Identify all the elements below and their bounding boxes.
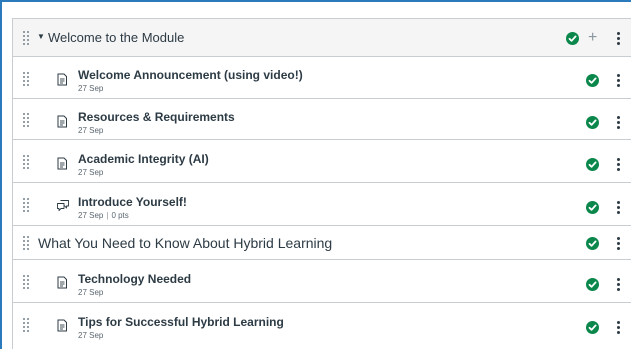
item-options-kebab-icon[interactable] xyxy=(617,278,620,291)
item-options-kebab-icon[interactable] xyxy=(617,116,620,129)
drag-handle-icon[interactable] xyxy=(23,198,31,212)
item-title-link[interactable]: Introduce Yourself! xyxy=(78,195,187,209)
published-check-icon[interactable] xyxy=(586,237,599,250)
module-item[interactable]: Tips for Successful Hybrid Learning 27 S… xyxy=(13,303,631,349)
item-date: 27 Sep xyxy=(78,168,104,177)
item-points: 0 pts xyxy=(111,211,129,220)
item-meta: 27 Sep | 0 pts xyxy=(78,211,129,220)
drag-handle-icon[interactable] xyxy=(23,318,31,332)
sub-header-title: What You Need to Know About Hybrid Learn… xyxy=(38,235,333,251)
add-item-plus-icon[interactable]: + xyxy=(588,30,597,46)
item-options-kebab-icon[interactable] xyxy=(617,74,620,87)
item-title-link[interactable]: Resources & Requirements xyxy=(78,110,235,124)
module-container: ▼ Welcome to the Module + Welcome Announ… xyxy=(12,18,631,349)
module-header[interactable]: ▼ Welcome to the Module + xyxy=(13,19,631,57)
item-options-kebab-icon[interactable] xyxy=(617,321,620,334)
page-icon xyxy=(56,276,68,289)
published-check-icon[interactable] xyxy=(586,116,599,129)
discussion-icon xyxy=(56,199,70,212)
page-icon xyxy=(56,115,68,128)
module-item[interactable]: Academic Integrity (AI) 27 Sep xyxy=(13,140,631,183)
drag-handle-icon[interactable] xyxy=(23,72,31,86)
item-date: 27 Sep xyxy=(78,126,104,135)
module-item[interactable]: Introduce Yourself! 27 Sep | 0 pts xyxy=(13,183,631,226)
collapse-caret-icon[interactable]: ▼ xyxy=(37,32,45,41)
item-date: 27 Sep xyxy=(78,331,104,340)
drag-handle-icon[interactable] xyxy=(23,31,31,45)
meta-separator: | xyxy=(106,211,109,220)
item-options-kebab-icon[interactable] xyxy=(617,158,620,171)
page-icon xyxy=(56,319,68,332)
published-check-icon[interactable] xyxy=(586,74,599,87)
published-check-icon[interactable] xyxy=(586,158,599,171)
item-title-link[interactable]: Welcome Announcement (using video!) xyxy=(78,68,303,82)
item-options-kebab-icon[interactable] xyxy=(617,201,620,214)
page-icon xyxy=(56,157,68,170)
text-sub-header[interactable]: What You Need to Know About Hybrid Learn… xyxy=(13,226,631,260)
module-options-kebab-icon[interactable] xyxy=(617,32,620,45)
item-date: 27 Sep xyxy=(78,211,104,220)
published-check-icon[interactable] xyxy=(586,321,599,334)
item-title-link[interactable]: Technology Needed xyxy=(78,272,191,286)
item-date: 27 Sep xyxy=(78,288,104,297)
published-check-icon[interactable] xyxy=(586,278,599,291)
drag-handle-icon[interactable] xyxy=(23,275,31,289)
published-check-icon[interactable] xyxy=(566,32,579,45)
published-check-icon[interactable] xyxy=(586,201,599,214)
module-title[interactable]: Welcome to the Module xyxy=(48,30,184,45)
item-options-kebab-icon[interactable] xyxy=(617,237,620,250)
module-item[interactable]: Resources & Requirements 27 Sep xyxy=(13,99,631,140)
drag-handle-icon[interactable] xyxy=(23,155,31,169)
module-item[interactable]: Technology Needed 27 Sep xyxy=(13,260,631,303)
item-title-link[interactable]: Academic Integrity (AI) xyxy=(78,152,209,166)
drag-handle-icon[interactable] xyxy=(23,236,31,250)
page-icon xyxy=(56,73,68,86)
item-title-link[interactable]: Tips for Successful Hybrid Learning xyxy=(78,315,284,329)
drag-handle-icon[interactable] xyxy=(23,113,31,127)
module-item[interactable]: Welcome Announcement (using video!) 27 S… xyxy=(13,57,631,99)
item-date: 27 Sep xyxy=(78,84,104,93)
